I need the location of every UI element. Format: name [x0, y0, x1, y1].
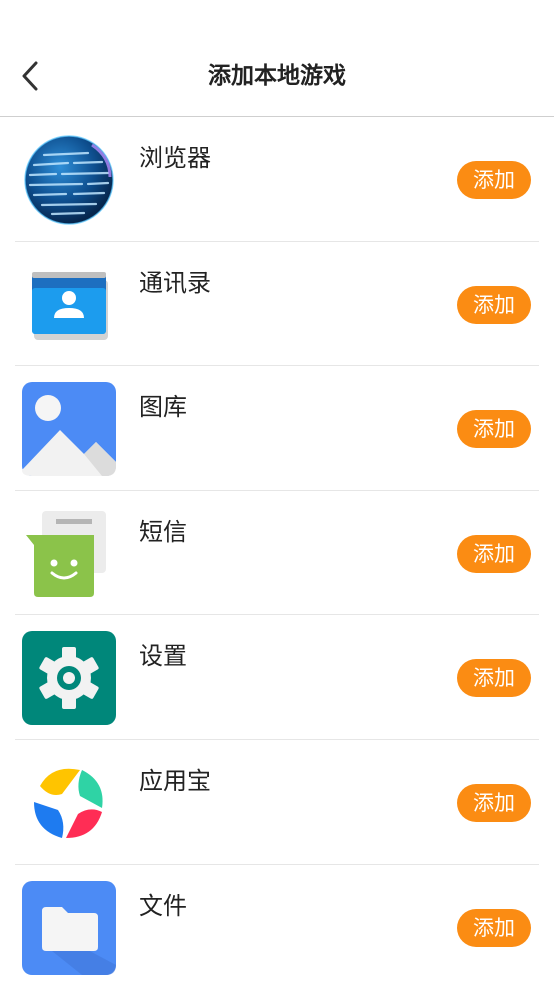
- app-store-icon: [22, 756, 116, 850]
- app-name-browser: 浏览器: [139, 144, 211, 172]
- add-button-app-store[interactable]: 添加: [457, 783, 531, 822]
- settings-gear-icon: [22, 631, 116, 726]
- list-item-contacts: 通讯录 添加: [0, 242, 554, 367]
- app-name-contacts: 通讯录: [139, 268, 211, 297]
- page-title: 添加本地游戏: [208, 63, 346, 89]
- add-button-contacts[interactable]: 添加: [457, 285, 531, 324]
- list-item-files: 文件 添加: [0, 865, 554, 984]
- messages-icon: [22, 507, 116, 601]
- app-name-gallery: 图库: [139, 393, 187, 422]
- app-name-settings: 设置: [139, 642, 187, 671]
- contacts-icon: [22, 258, 116, 352]
- list-item-settings: 设置 添加: [0, 615, 554, 740]
- list-item-browser: 浏览器 添加: [0, 117, 554, 242]
- app-name-messages: 短信: [139, 517, 187, 546]
- app-list: 浏览器 添加 通讯录 添加 图库 添加 短信 添加 设置 添加 应用宝 添加 文…: [0, 117, 554, 984]
- globe-icon: [22, 133, 116, 227]
- list-item-messages: 短信 添加: [0, 491, 554, 616]
- list-item-gallery: 图库 添加: [0, 366, 554, 491]
- add-button-files[interactable]: 添加: [457, 908, 531, 947]
- list-item-app-store: 应用宝 添加: [0, 740, 554, 865]
- add-button-gallery[interactable]: 添加: [457, 410, 531, 449]
- gallery-icon: [22, 382, 116, 477]
- add-button-browser[interactable]: 添加: [457, 161, 531, 199]
- app-name-app-store: 应用宝: [139, 766, 211, 795]
- add-button-settings[interactable]: 添加: [457, 659, 531, 698]
- add-button-messages[interactable]: 添加: [457, 534, 531, 573]
- header-bar: 添加本地游戏: [0, 0, 554, 117]
- app-name-files: 文件: [139, 891, 187, 920]
- page: 添加本地游戏 浏览器 添加 通讯录 添加 图库 添加 短信 添加 设置 添加 应…: [0, 0, 554, 984]
- folder-icon: [22, 880, 116, 975]
